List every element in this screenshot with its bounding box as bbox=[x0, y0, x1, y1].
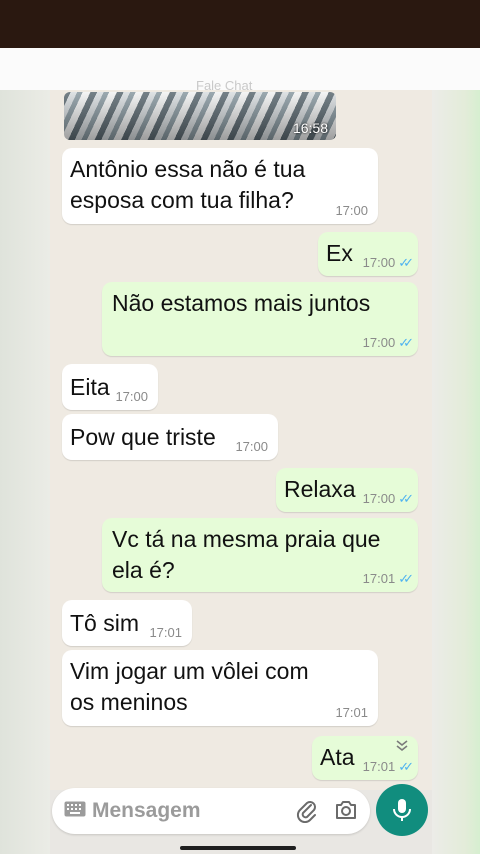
message-text: Relaxa bbox=[284, 476, 356, 502]
double-check-icon: ✓✓ bbox=[398, 255, 414, 270]
mic-icon bbox=[393, 799, 411, 821]
message-bubble[interactable]: Pow que triste 17:00 bbox=[62, 414, 278, 460]
message-time: 17:00 bbox=[362, 491, 396, 506]
message-text: Vc tá na mesma praia que ela é? bbox=[112, 526, 381, 583]
double-check-icon: ✓✓ bbox=[398, 335, 414, 350]
right-blur-margin bbox=[432, 90, 480, 854]
keyboard-icon[interactable] bbox=[64, 801, 86, 817]
message-text: Vim jogar um vôlei com os meninos bbox=[70, 658, 309, 715]
mic-button[interactable] bbox=[376, 784, 428, 836]
faint-header-label: Fale Chat bbox=[196, 78, 253, 93]
message-time: 17:00 bbox=[335, 203, 368, 218]
message-time: 17:01 bbox=[149, 625, 182, 640]
message-bubble[interactable]: Vim jogar um vôlei com os meninos 17:01 bbox=[62, 650, 378, 726]
message-text: Ex bbox=[326, 240, 353, 266]
message-time: 17:00 bbox=[235, 439, 268, 454]
paperclip-icon[interactable] bbox=[296, 799, 318, 823]
home-indicator[interactable] bbox=[180, 846, 296, 850]
message-text: Ata bbox=[320, 744, 355, 770]
message-bubble[interactable]: Vc tá na mesma praia que ela é? 17:01 ✓✓ bbox=[102, 518, 418, 592]
message-time: 17:00 bbox=[362, 255, 396, 270]
message-input[interactable]: Mensagem bbox=[92, 799, 201, 823]
message-time: 17:01 bbox=[362, 759, 396, 774]
left-blur-margin bbox=[0, 90, 50, 854]
message-text: Eita bbox=[70, 374, 110, 400]
image-timestamp: 16:58 bbox=[292, 120, 328, 136]
double-check-icon: ✓✓ bbox=[398, 491, 414, 506]
message-time: 17:01 bbox=[335, 705, 368, 720]
double-chevron-down-icon[interactable] bbox=[390, 736, 414, 762]
message-bubble[interactable]: Ex 17:00 ✓✓ bbox=[318, 232, 418, 276]
status-bar bbox=[0, 0, 480, 48]
message-bubble[interactable]: Tô sim 17:01 bbox=[62, 600, 192, 646]
double-check-icon: ✓✓ bbox=[398, 759, 414, 774]
message-text: Não estamos mais juntos bbox=[112, 290, 371, 316]
message-bubble[interactable]: Antônio essa não é tua esposa com tua fi… bbox=[62, 148, 378, 224]
message-time: 17:00 bbox=[115, 389, 148, 404]
message-bubble[interactable]: Não estamos mais juntos 17:00 ✓✓ bbox=[102, 282, 418, 356]
message-text: Pow que triste bbox=[70, 424, 216, 450]
camera-icon[interactable] bbox=[334, 799, 358, 821]
message-text: Tô sim bbox=[70, 610, 139, 636]
message-composer[interactable]: Mensagem bbox=[52, 788, 370, 834]
message-time: 17:01 bbox=[362, 571, 396, 586]
message-time: 17:00 bbox=[362, 335, 396, 350]
message-bubble[interactable]: Eita 17:00 bbox=[62, 364, 158, 410]
image-message[interactable]: 16:58 bbox=[64, 92, 336, 140]
message-text: Antônio essa não é tua esposa com tua fi… bbox=[70, 156, 306, 213]
double-check-icon: ✓✓ bbox=[398, 571, 414, 586]
message-bubble[interactable]: Relaxa 17:00 ✓✓ bbox=[276, 468, 418, 512]
